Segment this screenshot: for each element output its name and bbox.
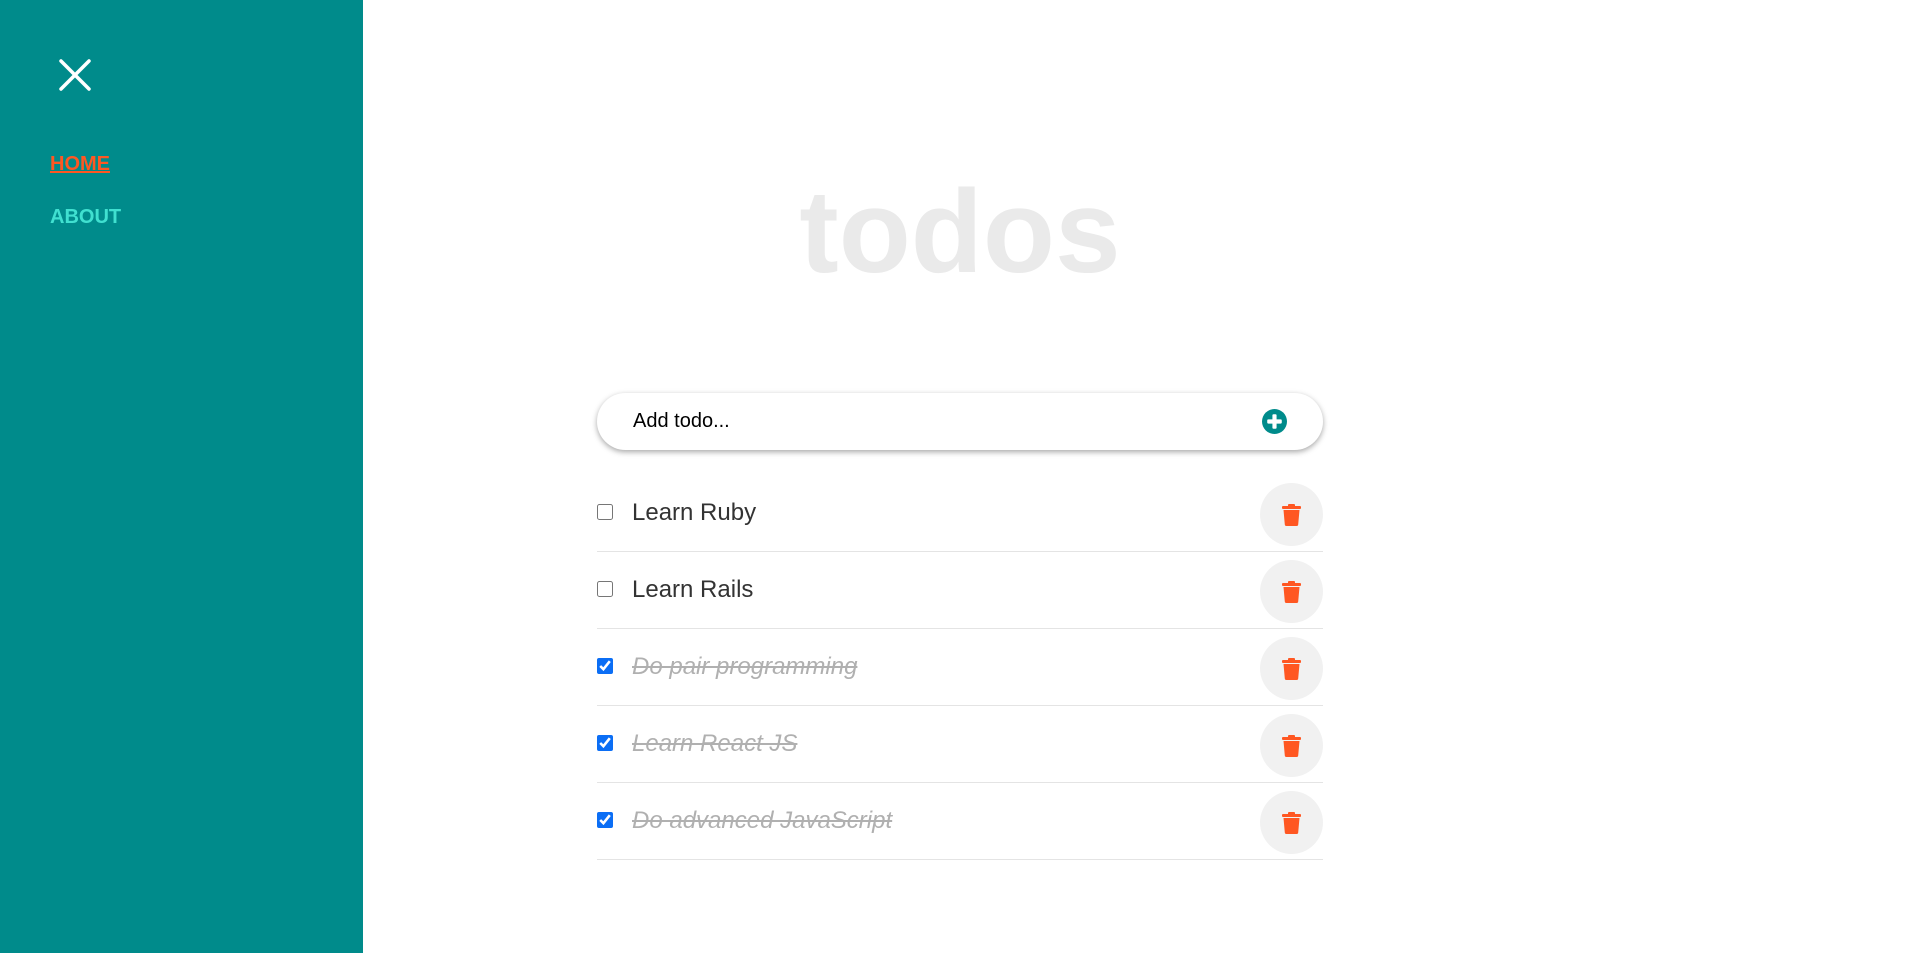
- delete-button[interactable]: [1260, 560, 1323, 623]
- todo-checkbox[interactable]: [597, 504, 613, 520]
- todo-text: Learn React JS: [632, 730, 798, 757]
- nav-link-home[interactable]: HOME: [50, 153, 110, 176]
- close-icon[interactable]: [55, 55, 95, 95]
- todo-checkbox[interactable]: [597, 581, 613, 597]
- nav-link-about[interactable]: ABOUT: [50, 206, 121, 229]
- todo-text: Learn Ruby: [632, 499, 757, 526]
- delete-button[interactable]: [1260, 791, 1323, 854]
- page-title: todos: [799, 166, 1121, 298]
- todo-text: Do advanced JavaScript: [632, 807, 893, 834]
- plus-circle-icon[interactable]: [1262, 409, 1287, 434]
- todo-text: Do pair programming: [632, 653, 858, 680]
- todo-item: Learn Ruby: [597, 475, 1323, 552]
- todo-checkbox[interactable]: [597, 735, 613, 751]
- sidebar: HOME ABOUT: [0, 0, 363, 953]
- delete-button[interactable]: [1260, 714, 1323, 777]
- todo-item: Learn React JS: [597, 706, 1323, 783]
- todo-list: Learn Ruby Learn Rails Do pair programmi…: [597, 475, 1323, 860]
- todo-checkbox[interactable]: [597, 658, 613, 674]
- todo-checkbox[interactable]: [597, 812, 613, 828]
- delete-button[interactable]: [1260, 483, 1323, 546]
- add-todo-input[interactable]: [627, 393, 1239, 450]
- todo-item: Learn Rails: [597, 552, 1323, 629]
- delete-button[interactable]: [1260, 637, 1323, 700]
- add-todo-form: [597, 393, 1323, 450]
- todo-text: Learn Rails: [632, 576, 754, 603]
- todo-item: Do pair programming: [597, 629, 1323, 706]
- todo-item: Do advanced JavaScript: [597, 783, 1323, 860]
